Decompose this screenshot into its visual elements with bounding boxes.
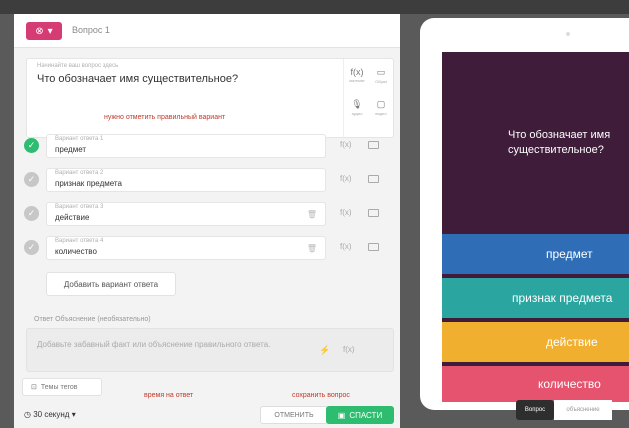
answer-label: Вариант ответа 2	[55, 170, 104, 176]
gear-icon: ⊗	[35, 25, 44, 37]
answer-label: Вариант ответа 1	[55, 136, 104, 142]
audio-caption: аудио	[351, 111, 363, 116]
preview-option[interactable]: признак предмета	[442, 278, 629, 318]
answer-row: ✓ Вариант ответа 4 количество 🗑 f(x)	[24, 232, 394, 260]
preview-tablet: Что обозначает имя существительное? пред…	[420, 18, 629, 420]
annotation-time: время на ответ	[144, 392, 194, 399]
trash-icon[interactable]: 🗑	[307, 210, 317, 219]
video-caption: видео	[375, 111, 387, 116]
answer-value[interactable]: действие	[55, 213, 89, 222]
preview-screen: Что обозначает имя существительное? пред…	[442, 52, 629, 402]
check-icon[interactable]: ✓	[24, 206, 39, 221]
annotation-save: сохранить вопрос	[292, 392, 350, 399]
image-icon[interactable]	[368, 141, 379, 149]
answer-value[interactable]: количество	[55, 247, 97, 256]
preview-tabs: Вопрос объяснение	[516, 400, 612, 420]
formula-caption: математ	[349, 78, 365, 83]
formula-icon[interactable]: f(x)	[340, 140, 352, 149]
answer-field[interactable]: Вариант ответа 1 предмет	[46, 134, 326, 158]
formula-icon[interactable]: f(x)	[340, 208, 352, 217]
annotation-mark-correct: нужно отметить правильный вариант	[104, 114, 226, 121]
explanation-label: Ответ Объяснение (необязательно)	[34, 316, 151, 323]
preview-option[interactable]: количество	[442, 366, 629, 402]
formula-icon[interactable]: f(x)	[343, 345, 355, 354]
chevron-down-icon: ▾	[71, 410, 76, 419]
image-icon[interactable]	[368, 243, 379, 251]
preview-option[interactable]: действие	[442, 322, 629, 362]
formula-icon[interactable]: f(x)	[340, 174, 352, 183]
answer-field[interactable]: Вариант ответа 2 признак предмета	[46, 168, 326, 192]
tab-explanation[interactable]: объяснение	[554, 400, 612, 420]
formula-icon[interactable]: f(x)	[340, 242, 352, 251]
check-icon[interactable]: ✓	[24, 172, 39, 187]
clock-icon: ◷	[24, 410, 31, 419]
image-icon[interactable]	[368, 175, 379, 183]
check-icon[interactable]: ✓	[24, 240, 39, 255]
trash-icon[interactable]: 🗑	[307, 244, 317, 253]
question-title: Вопрос 1	[72, 25, 110, 35]
answer-value[interactable]: предмет	[55, 145, 86, 154]
add-answer-button[interactable]: Добавить вариант ответа	[46, 272, 176, 296]
microphone-icon: 🎙	[351, 99, 363, 109]
image-icon: ▭	[376, 67, 386, 77]
answer-row: ✓ Вариант ответа 3 действие 🗑 f(x)	[24, 198, 394, 226]
chevron-down-icon: ▾	[47, 25, 53, 37]
preview-option[interactable]: предмет	[442, 234, 629, 274]
image-icon[interactable]	[368, 209, 379, 217]
video-tool[interactable]: ▢ видео	[370, 99, 392, 116]
image-tool[interactable]: ▭ Образ	[370, 67, 392, 84]
answer-field[interactable]: Вариант ответа 3 действие 🗑	[46, 202, 326, 226]
correct-check-icon[interactable]: ✓	[24, 138, 39, 153]
question-type-button[interactable]: ⊗ ▾	[26, 22, 62, 40]
video-icon: ▢	[376, 99, 386, 109]
answer-field[interactable]: Вариант ответа 4 количество 🗑	[46, 236, 326, 260]
editor-header: ⊗ ▾ Вопрос 1	[14, 14, 400, 48]
formula-icon: f(x)	[350, 67, 364, 77]
image-caption: Образ	[375, 79, 387, 84]
topics-label: Темы тегов	[40, 383, 78, 391]
save-icon: ▣	[337, 410, 346, 420]
question-editor: ⊗ ▾ Вопрос 1 Начинайте ваш вопрос здесь …	[14, 14, 400, 428]
top-strip	[0, 0, 629, 14]
lightning-icon[interactable]: ⚡	[319, 345, 330, 356]
explanation-placeholder: Добавьте забавный факт или объяснение пр…	[37, 340, 271, 349]
camera-dot	[566, 32, 570, 36]
topics-tags-button[interactable]: ⊡ Темы тегов	[22, 378, 102, 396]
save-button[interactable]: ▣ СПАСТИ	[326, 406, 394, 424]
time-select[interactable]: ◷ 30 секунд ▾	[24, 410, 76, 419]
answer-label: Вариант ответа 4	[55, 238, 104, 244]
cancel-button[interactable]: ОТМЕНИТЬ	[260, 406, 328, 424]
tag-icon: ⊡	[31, 384, 37, 391]
audio-tool[interactable]: 🎙 аудио	[346, 99, 368, 116]
answer-row: ✓ Вариант ответа 1 предмет f(x)	[24, 130, 394, 158]
save-label: СПАСТИ	[349, 410, 383, 420]
question-input-box[interactable]: Начинайте ваш вопрос здесь Что обозначае…	[26, 58, 394, 139]
question-label: Начинайте ваш вопрос здесь	[37, 63, 119, 69]
tab-question[interactable]: Вопрос	[516, 400, 554, 420]
question-tools: f(x) математ ▭ Образ 🎙 аудио ▢ видео	[343, 59, 393, 139]
time-value: 30 секунд	[33, 410, 70, 419]
explanation-input[interactable]: Добавьте забавный факт или объяснение пр…	[26, 328, 394, 372]
answer-row: ✓ Вариант ответа 2 признак предмета f(x)	[24, 164, 394, 192]
preview-question: Что обозначает имя существительное?	[508, 129, 611, 156]
formula-tool[interactable]: f(x) математ	[346, 67, 368, 83]
answer-label: Вариант ответа 3	[55, 204, 104, 210]
answer-value[interactable]: признак предмета	[55, 179, 122, 188]
question-text[interactable]: Что обозначает имя существительное?	[37, 73, 238, 85]
